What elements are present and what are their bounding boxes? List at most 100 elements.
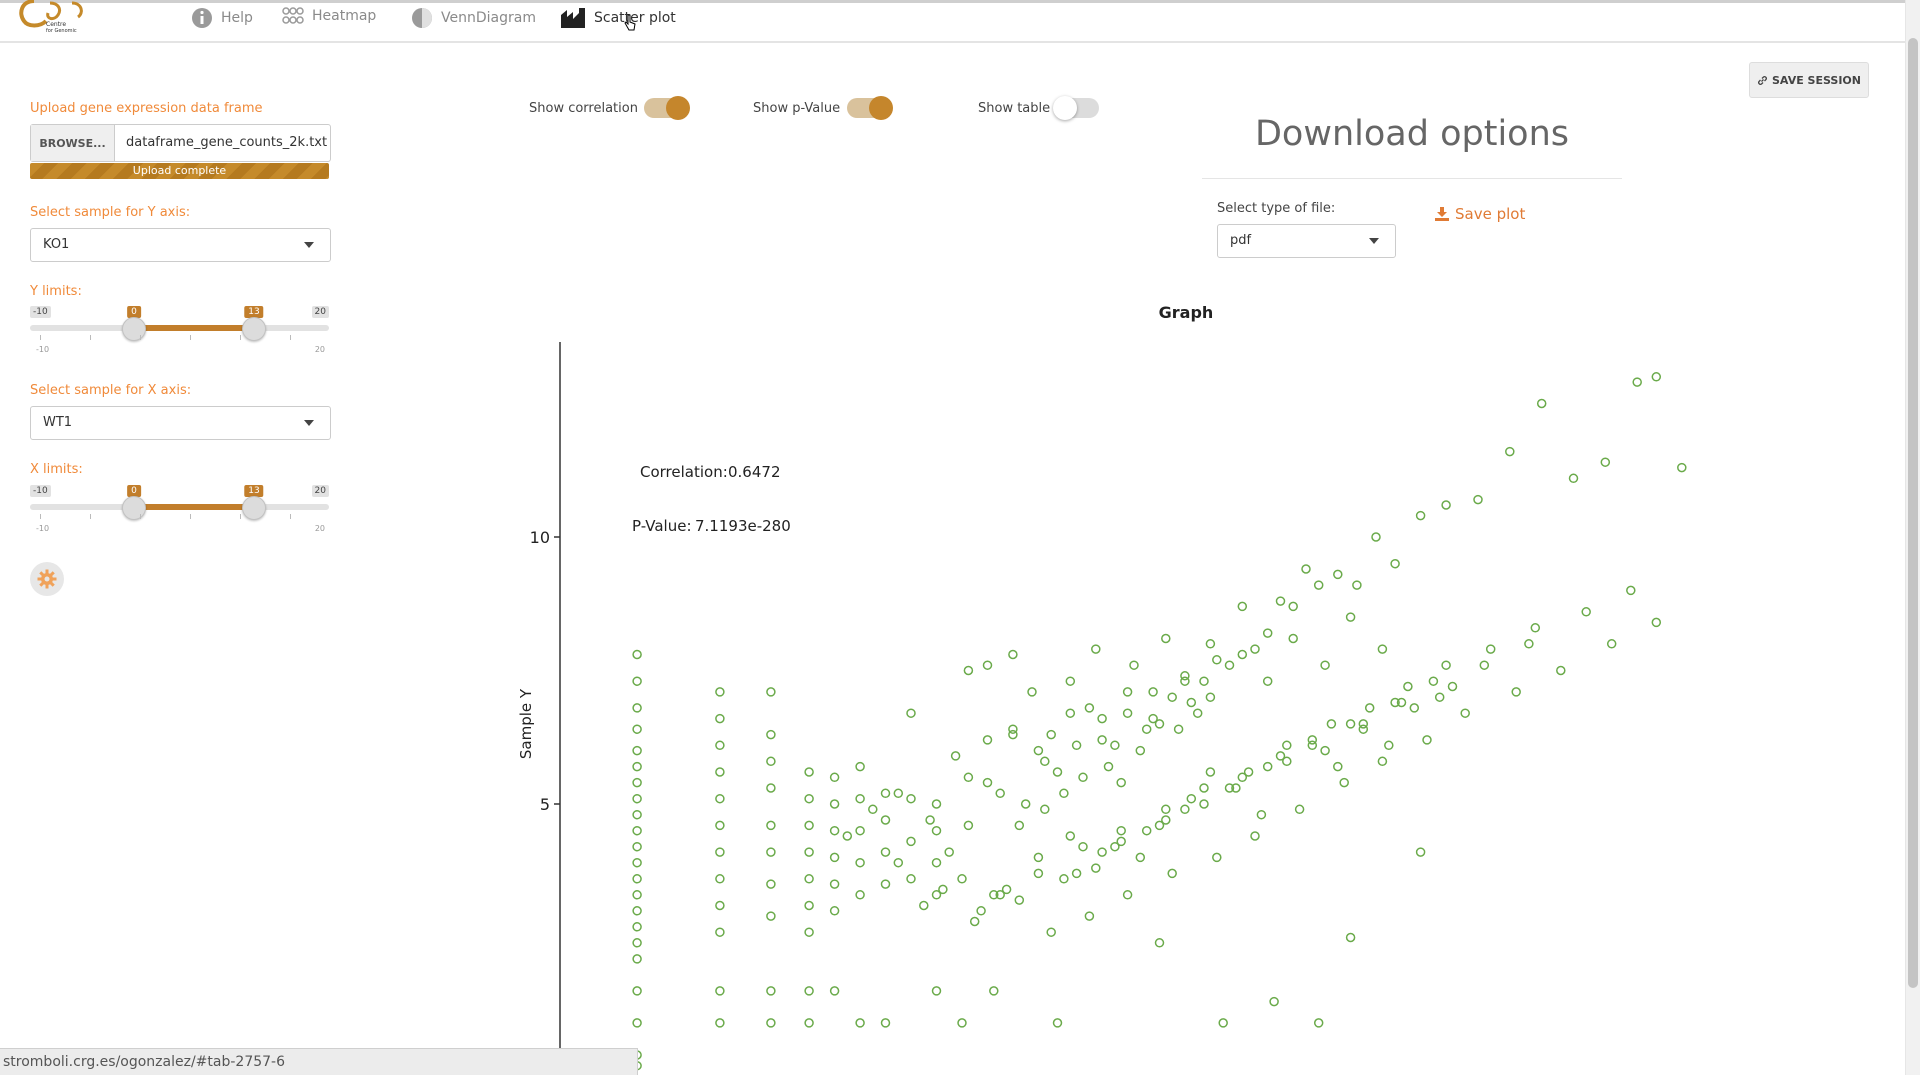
scatter-point [931, 857, 942, 868]
scatter-point [893, 788, 904, 799]
scatter-point [1243, 767, 1254, 777]
scatter-point [632, 676, 642, 686]
scatter-point [766, 879, 776, 889]
scatter-point [1606, 639, 1617, 649]
scatter-point [1071, 868, 1082, 879]
scatter-point [1014, 895, 1025, 905]
scatter-point [950, 751, 961, 761]
scatter-point [804, 900, 814, 911]
scatter-point [982, 735, 993, 745]
scatter-point [1161, 633, 1171, 644]
scatter-point [1008, 649, 1018, 660]
scatter-point [632, 906, 642, 916]
scatter-point [1097, 735, 1107, 745]
scatter-point [1536, 398, 1547, 409]
scatter-point [766, 756, 776, 767]
scatter-point [931, 825, 942, 836]
scatter-point [1141, 724, 1152, 734]
scatter-point [1199, 799, 1209, 809]
scatter-point [766, 729, 776, 740]
scatter-point [1333, 761, 1343, 772]
scatter-point [1524, 639, 1534, 649]
scatter-point [1358, 719, 1369, 729]
scatter-point [1167, 692, 1177, 702]
scatter-point [1377, 644, 1388, 654]
scatter-point [893, 857, 904, 868]
scatter-point [632, 954, 642, 964]
scatter-point [957, 1018, 967, 1028]
scatter-point [766, 911, 776, 921]
scatter-point [804, 793, 814, 804]
scatter-point [855, 1018, 865, 1028]
scatter-point [804, 820, 814, 831]
scatter-point [1288, 633, 1298, 644]
scatter-point [632, 890, 642, 900]
scatter-point [766, 986, 776, 996]
scatter-point [1205, 767, 1216, 777]
scatter-point [715, 687, 725, 697]
scatter-point [1148, 687, 1158, 697]
scatter-point [1116, 825, 1126, 836]
scatter-point [1600, 457, 1611, 467]
scatter-point [632, 724, 642, 734]
scatter-point [829, 852, 840, 863]
scatter-point [829, 825, 840, 836]
scatter-point [1078, 841, 1088, 852]
scatter-point [715, 986, 725, 996]
scatter-point [982, 660, 993, 670]
scatter-point [1262, 761, 1273, 772]
scatter-point [1530, 623, 1541, 633]
scatter-point [963, 820, 974, 831]
scatter-point [855, 761, 865, 772]
scatter-point [1288, 601, 1298, 612]
scatter-point [1122, 687, 1133, 697]
scatter-point [1250, 644, 1260, 654]
scatter-point [1632, 377, 1642, 387]
scatter-point [1460, 708, 1470, 718]
scatter-point [632, 703, 642, 713]
status-bar-url: stromboli.crg.es/ogonzalez/#tab-2757-6 [0, 1048, 638, 1075]
scatter-point [1479, 660, 1490, 670]
scatter-point [1173, 724, 1184, 734]
scatter-point [632, 874, 642, 884]
scatter-point [1275, 596, 1286, 606]
scatter-point [1409, 703, 1420, 713]
scatter-point [1345, 719, 1356, 729]
scatter-point [880, 815, 891, 825]
scatter-point [1269, 996, 1279, 1007]
scatter-point [1677, 462, 1687, 473]
scatter-point [1065, 831, 1076, 841]
scatter-point [1307, 740, 1318, 751]
scatter-point [1485, 644, 1496, 654]
scatter-point [1059, 788, 1069, 799]
scatter-point [1116, 836, 1126, 847]
scatter-point [1065, 708, 1076, 718]
scatter-point [715, 874, 725, 884]
scatter-point [1415, 847, 1426, 857]
page-scrollbar[interactable] [1905, 0, 1920, 1075]
scatter-point [1441, 500, 1451, 510]
scatter-point [715, 927, 725, 937]
scatter-point [829, 772, 840, 783]
scatter-point [1033, 745, 1044, 756]
scatter-point [1141, 825, 1152, 836]
pvalue-value: 7.1193e-280 [695, 517, 791, 535]
scatter-point [1116, 777, 1126, 788]
scatter-point [804, 847, 814, 857]
scatter-point [1364, 703, 1375, 713]
scatter-point [1148, 713, 1158, 724]
scatter-point [995, 788, 1005, 799]
scatter-point [1052, 1018, 1063, 1028]
scatter-point [1581, 607, 1591, 617]
scatter-point [715, 713, 725, 724]
scatter-point [1428, 676, 1439, 686]
scatter-point [1441, 660, 1451, 670]
scatter-point [1186, 697, 1197, 708]
scatter-point [1568, 473, 1579, 484]
scatter-point [632, 857, 642, 868]
scatter-point [1199, 676, 1209, 686]
scrollbar-thumb[interactable] [1908, 38, 1918, 988]
scatter-point [1313, 580, 1324, 590]
scatter-point [1313, 1018, 1324, 1028]
scatter-point [632, 1018, 642, 1028]
